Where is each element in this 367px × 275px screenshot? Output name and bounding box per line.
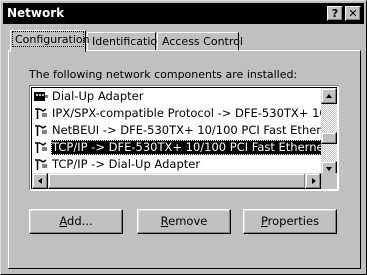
components-list[interactable]: Dial-Up Adapter IPX/SPX-compatible Proto…: [29, 85, 339, 191]
vertical-scroll-thumb[interactable]: [321, 132, 337, 144]
close-button[interactable]: ✕: [345, 6, 361, 21]
component-label: NetBEUI -> DFE-530TX+ 10/100 PCI Fast Et…: [52, 123, 337, 137]
list-item[interactable]: Dial-Up Adapter: [32, 88, 337, 105]
horizontal-scrollbar[interactable]: [32, 173, 321, 189]
adapter-icon: [34, 92, 48, 101]
add-button[interactable]: Add...: [29, 209, 123, 234]
scroll-left-button[interactable]: [32, 173, 48, 189]
arrow-left-icon: [38, 178, 42, 184]
vertical-scrollbar[interactable]: [321, 88, 337, 177]
add-button-label: dd...: [67, 214, 93, 228]
scroll-right-button[interactable]: [305, 173, 321, 189]
help-button[interactable]: ?: [327, 6, 343, 21]
network-window: Network ? ✕ Configuration Identification…: [0, 0, 367, 275]
component-label: TCP/IP -> DFE-530TX+ 10/100 PCI Fast Eth…: [51, 140, 337, 155]
components-label: The following network components are ins…: [29, 68, 298, 81]
scroll-up-button[interactable]: [321, 88, 337, 104]
component-label: TCP/IP -> Dial-Up Adapter: [52, 157, 201, 171]
properties-button-label: roperties: [267, 214, 320, 228]
properties-button-accelerator: P: [260, 214, 268, 228]
window-title: Network: [7, 6, 65, 20]
list-item[interactable]: NetBEUI -> DFE-530TX+ 10/100 PCI Fast Et…: [32, 122, 337, 139]
remove-button[interactable]: Remove: [137, 209, 231, 234]
arrow-right-icon: [312, 178, 316, 184]
add-button-accelerator: A: [59, 214, 68, 228]
protocol-icon: [35, 125, 47, 136]
remove-button-label: emove: [168, 214, 208, 228]
list-item[interactable]: IPX/SPX-compatible Protocol -> DFE-530TX…: [32, 105, 337, 122]
tab-access-control-label: Access Control: [162, 35, 243, 48]
protocol-icon: [35, 108, 47, 119]
scroll-corner: [321, 173, 337, 189]
tab-configuration-label: Configuration: [12, 31, 90, 47]
protocol-icon: [35, 159, 47, 170]
properties-button[interactable]: Properties: [243, 209, 337, 234]
list-item-selected[interactable]: TCP/IP -> DFE-530TX+ 10/100 PCI Fast Eth…: [32, 139, 337, 156]
tab-access-control[interactable]: Access Control: [157, 32, 243, 52]
tab-identification-label: Identification: [92, 35, 165, 48]
horizontal-scroll-thumb[interactable]: [48, 173, 306, 189]
tab-identification[interactable]: Identification: [87, 32, 165, 52]
list-item[interactable]: TCP/IP -> Dial-Up Adapter: [32, 156, 337, 173]
arrow-down-icon: [326, 167, 332, 171]
arrow-up-icon: [326, 94, 332, 98]
tab-configuration[interactable]: Configuration: [10, 30, 90, 52]
component-label: Dial-Up Adapter: [52, 89, 144, 103]
title-bar[interactable]: Network ? ✕: [3, 3, 364, 24]
component-label: IPX/SPX-compatible Protocol -> DFE-530TX…: [52, 106, 337, 120]
protocol-icon: [35, 142, 47, 153]
